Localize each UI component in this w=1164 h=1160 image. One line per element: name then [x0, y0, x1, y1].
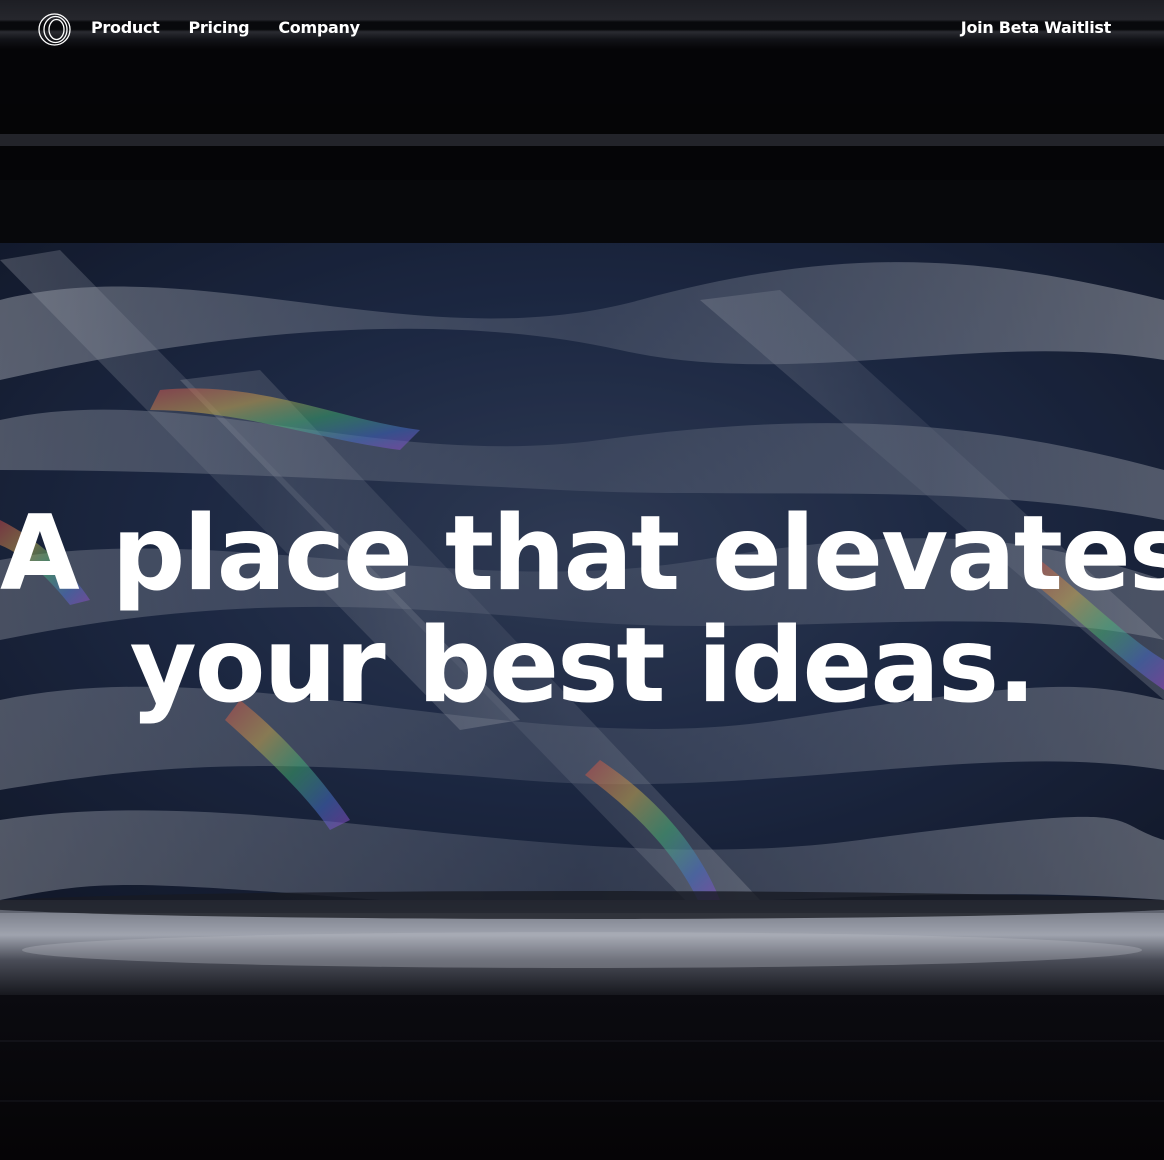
nav-link-pricing[interactable]: Pricing [189, 18, 250, 38]
concentric-rings-logo-icon[interactable] [38, 13, 71, 46]
landing-page: Product Pricing Company Join Beta Waitli… [0, 0, 1164, 1160]
hero-headline: A place that elevates your best ideas. [0, 498, 1164, 722]
nav-link-product[interactable]: Product [91, 18, 160, 38]
join-beta-waitlist-button[interactable]: Join Beta Waitlist [961, 18, 1112, 38]
nav-links: Product Pricing Company [91, 18, 360, 38]
hero-headline-line-2: your best ideas. [129, 606, 1037, 726]
hero-headline-line-1: A place that elevates [0, 494, 1164, 614]
nav-link-company[interactable]: Company [278, 18, 360, 38]
top-navigation: Product Pricing Company Join Beta Waitli… [0, 0, 1164, 58]
